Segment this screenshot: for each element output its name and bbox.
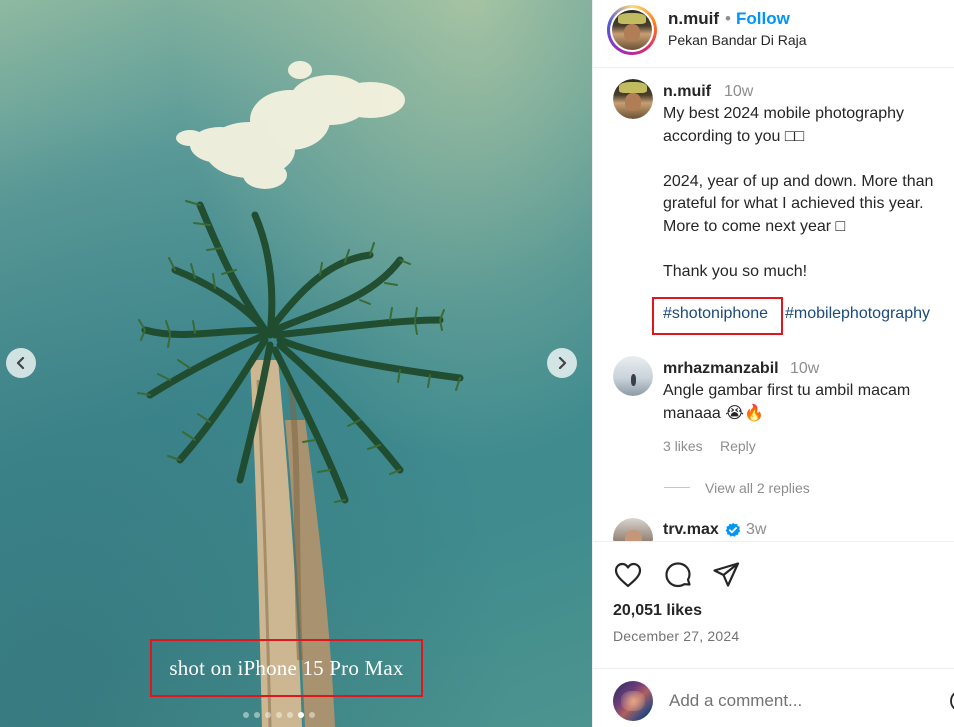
comment-likes[interactable]: 3 likes <box>663 438 703 454</box>
carousel-dot <box>309 712 315 718</box>
post-panel: n.muif • Follow Pekan Bandar Di Raja n.m… <box>592 0 954 727</box>
carousel-dot <box>265 712 271 718</box>
carousel-dot <box>276 712 282 718</box>
heart-icon[interactable] <box>613 560 643 590</box>
carousel-dot <box>254 712 260 718</box>
post-header: n.muif • Follow Pekan Bandar Di Raja <box>593 0 954 68</box>
add-comment-bar <box>593 668 954 727</box>
author-username[interactable]: n.muif <box>668 9 719 29</box>
caption-username[interactable]: n.muif <box>663 83 711 101</box>
caption-line: 2024, year of up and down. More than <box>663 172 934 190</box>
caption-text: My best 2024 mobile photography accordin… <box>663 103 933 283</box>
comment-line: manaaa 😭🔥 <box>663 404 764 422</box>
comment-input[interactable] <box>669 689 929 713</box>
image-caption-text: shot on iPhone 15 Pro Max <box>169 655 404 680</box>
emoji-icon[interactable] <box>949 689 954 713</box>
commenter-avatar[interactable] <box>613 356 653 396</box>
caption-line: My best 2024 mobile photography <box>663 105 905 122</box>
view-replies-button[interactable]: View all 2 replies <box>705 480 810 496</box>
comment-username[interactable]: trv.max <box>663 521 719 539</box>
comments-section[interactable]: n.muif 10w My best 2024 mobile photograp… <box>593 69 954 541</box>
post-image[interactable]: shot on iPhone 15 Pro Max <box>0 0 592 727</box>
follow-button[interactable]: Follow <box>736 9 790 29</box>
caption-line <box>663 148 933 171</box>
hashtag-shotoniphone[interactable]: #shotoniphone <box>663 305 768 323</box>
comment-time[interactable]: 10w <box>790 360 819 378</box>
image-caption-highlight: shot on iPhone 15 Pro Max <box>150 639 423 697</box>
caption-line: according to you □□ <box>663 127 805 145</box>
carousel-dot <box>287 712 293 718</box>
comment-username[interactable]: mrhazmanzabil <box>663 360 779 378</box>
carousel-indicator <box>243 712 315 718</box>
caption-line <box>663 238 933 261</box>
chevron-right-icon <box>558 357 567 369</box>
author-avatar[interactable] <box>607 5 657 55</box>
carousel-dot <box>298 712 304 718</box>
verified-badge-icon <box>725 522 741 537</box>
like-count[interactable]: 20,051 likes <box>613 602 702 620</box>
share-icon[interactable] <box>711 560 741 590</box>
post-location[interactable]: Pekan Bandar Di Raja <box>668 32 807 48</box>
next-photo-button[interactable] <box>547 348 577 378</box>
caption-line: Thank you so much! <box>663 262 808 280</box>
post-date: December 27, 2024 <box>613 628 740 644</box>
carousel-dot <box>243 712 249 718</box>
caption-line: grateful for what I achieved this year. <box>663 195 924 212</box>
replies-divider <box>664 487 690 488</box>
caption-avatar[interactable] <box>613 79 653 119</box>
chevron-left-icon <box>16 357 25 369</box>
caption-time[interactable]: 10w <box>724 83 753 101</box>
comment-text: Angle gambar first tu ambil macam manaaa… <box>663 380 910 425</box>
caption-line: More to come next year □ <box>663 217 846 235</box>
commenter-avatar[interactable] <box>613 518 653 541</box>
comment-icon[interactable] <box>663 560 693 590</box>
current-user-avatar <box>613 681 653 721</box>
post-actions: 20,051 likes December 27, 2024 <box>593 541 954 661</box>
hashtag-mobilephotography[interactable]: #mobilephotography <box>785 305 930 323</box>
comment-line: Angle gambar first tu ambil macam <box>663 382 911 399</box>
reply-button[interactable]: Reply <box>720 438 756 454</box>
separator-dot: • <box>725 9 731 28</box>
comment-time[interactable]: 3w <box>746 521 766 539</box>
palm-tree-photo <box>137 61 464 727</box>
previous-photo-button[interactable] <box>6 348 36 378</box>
